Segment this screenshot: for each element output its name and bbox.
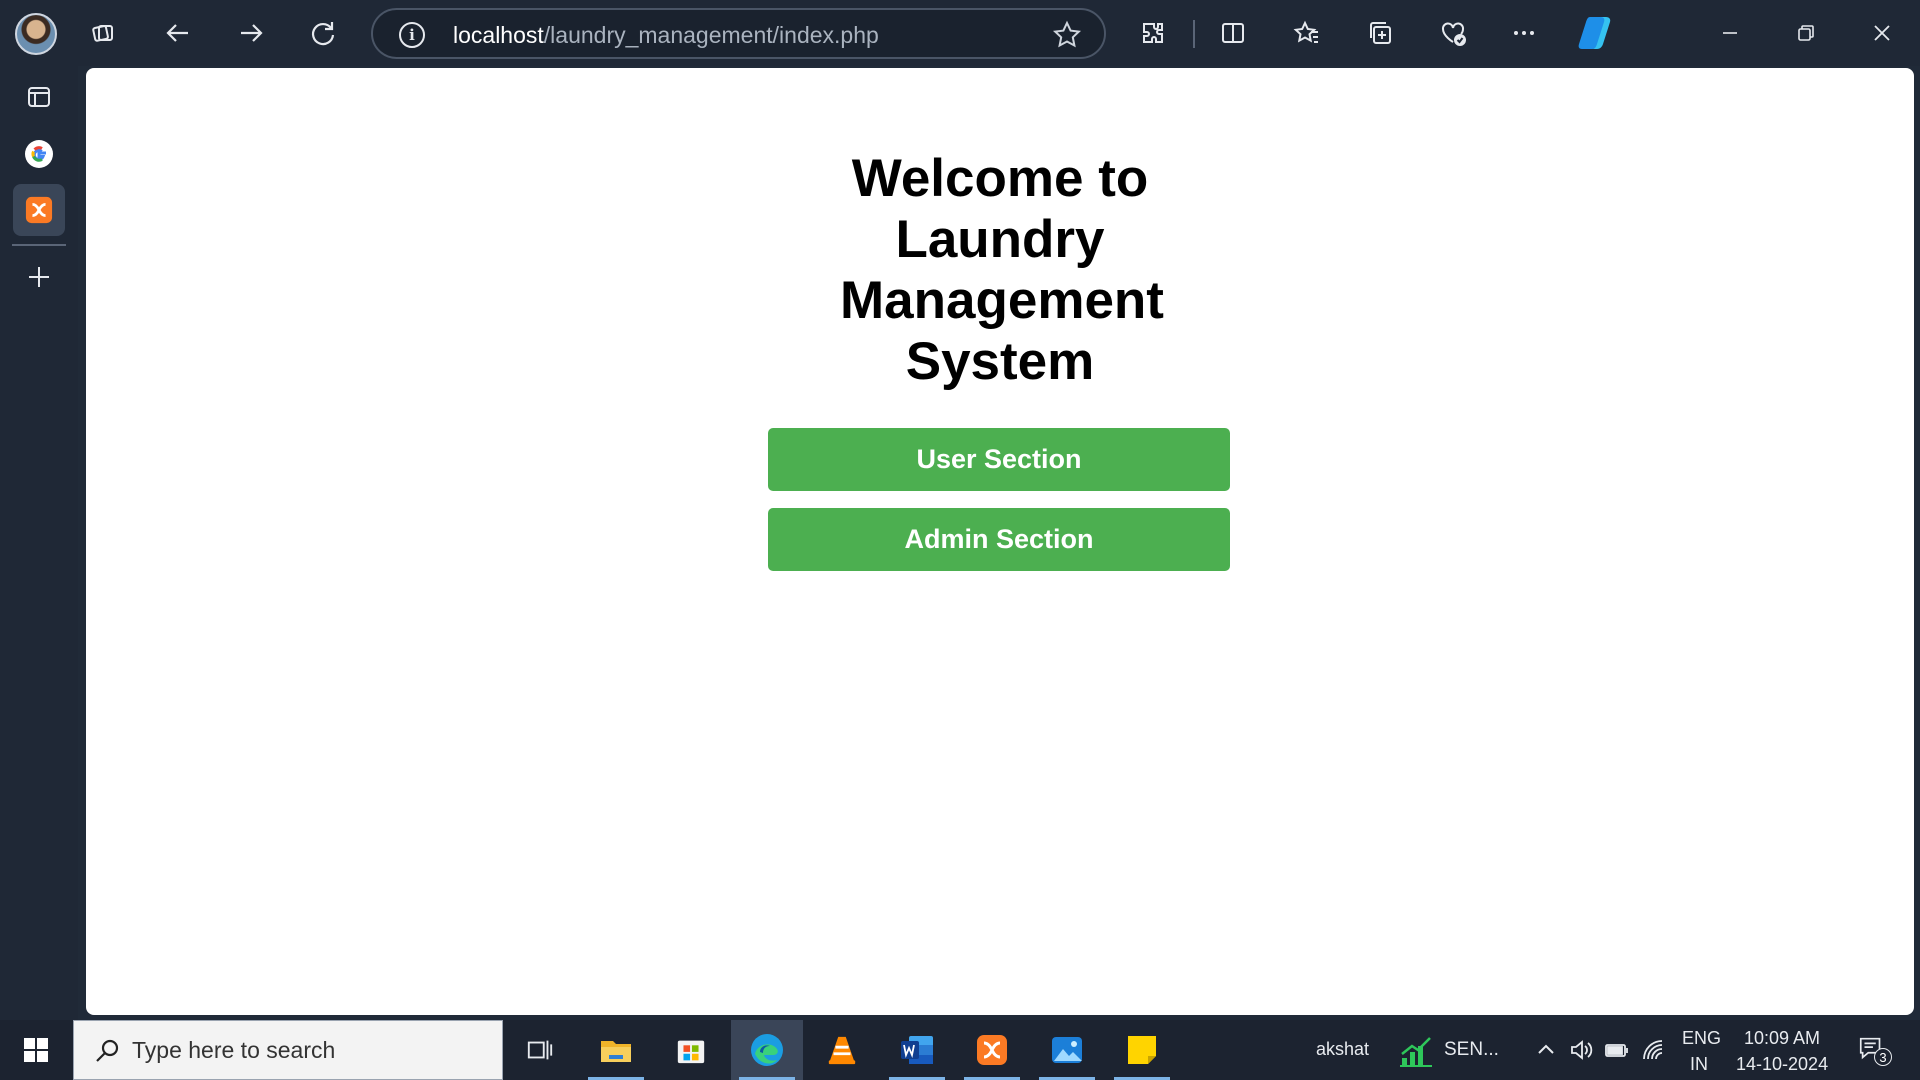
edge-icon [751,1034,783,1066]
google-tab-icon[interactable] [18,133,60,175]
task-view-button[interactable] [504,1020,576,1080]
workspaces-icon[interactable] [83,13,123,53]
toolbar-divider [1193,20,1195,48]
close-icon[interactable] [1862,13,1902,53]
windows-taskbar: Type here to search akshat SEN... ENG IN [0,1020,1920,1080]
store-icon [677,1040,705,1064]
language-region[interactable]: IN [1690,1054,1708,1075]
profile-avatar[interactable] [15,13,57,55]
stock-ticker-label[interactable]: SEN... [1444,1039,1499,1061]
notifications-button[interactable]: 3 [1857,1034,1892,1066]
new-tab-icon[interactable] [18,256,60,298]
forward-icon[interactable] [231,13,271,53]
split-screen-icon[interactable] [1213,13,1253,53]
copilot-icon[interactable] [1573,10,1619,56]
vlc-icon [828,1036,856,1065]
collections-icon[interactable] [1360,13,1400,53]
sidebar-divider [12,244,66,246]
search-placeholder: Type here to search [132,1037,336,1063]
address-path: /laundry_management/index.php [543,22,879,48]
word-icon [901,1036,933,1064]
taskbar-app-xampp[interactable] [956,1020,1028,1080]
extensions-icon[interactable] [1133,13,1173,53]
taskbar-app-vlc[interactable] [806,1020,878,1080]
clock-time[interactable]: 10:09 AM [1744,1028,1820,1049]
tab-actions-icon[interactable] [18,76,60,118]
back-icon[interactable] [158,13,198,53]
taskbar-app-store[interactable] [655,1020,727,1080]
clock-date[interactable]: 14-10-2024 [1736,1054,1828,1075]
battery-icon[interactable] [1604,1037,1630,1063]
taskbar-app-sticky-notes[interactable] [1106,1020,1178,1080]
address-url[interactable]: localhost/laundry_management/index.php [453,22,879,49]
photos-icon [1052,1037,1082,1063]
vertical-tabs-sidebar [0,66,78,1020]
xampp-icon [977,1035,1007,1065]
xampp-tab-icon[interactable] [13,184,65,236]
search-icon [96,1039,119,1062]
site-info-icon[interactable]: i [399,22,425,48]
user-section-button[interactable]: User Section [768,428,1230,491]
notification-count-badge: 3 [1874,1048,1892,1066]
windows-logo-icon [24,1038,48,1062]
taskbar-app-word[interactable] [881,1020,953,1080]
task-view-icon [527,1040,553,1060]
tray-user-label[interactable]: akshat [1316,1039,1369,1060]
language-code[interactable]: ENG [1682,1028,1721,1049]
start-button[interactable] [10,1020,62,1080]
stock-chart-icon[interactable] [1398,1034,1434,1068]
taskbar-app-photos[interactable] [1031,1020,1103,1080]
browser-toolbar: i localhost/laundry_management/index.php [0,0,1920,66]
chevron-up-icon[interactable] [1533,1037,1559,1063]
favorites-icon[interactable] [1287,13,1327,53]
page-content: Welcome to Laundry Management System Use… [86,68,1914,1015]
volume-icon[interactable] [1568,1037,1594,1063]
taskbar-app-edge[interactable] [731,1020,803,1080]
minimize-icon[interactable] [1710,13,1750,53]
address-host: localhost [453,22,544,48]
refresh-icon[interactable] [303,13,343,53]
admin-section-button[interactable]: Admin Section [768,508,1230,571]
folder-icon [601,1041,631,1062]
restore-icon[interactable] [1786,13,1826,53]
taskbar-app-file-explorer[interactable] [580,1020,652,1080]
taskbar-search-box[interactable]: Type here to search [73,1020,503,1080]
more-options-icon[interactable] [1504,13,1544,53]
browser-essentials-icon[interactable] [1433,13,1473,53]
page-title: Welcome to Laundry Management System [840,149,1164,391]
favorite-star-icon[interactable] [1052,20,1082,50]
address-bar[interactable]: i localhost/laundry_management/index.php [371,8,1106,59]
wifi-icon[interactable] [1640,1037,1666,1063]
sticky-notes-icon [1128,1036,1156,1064]
